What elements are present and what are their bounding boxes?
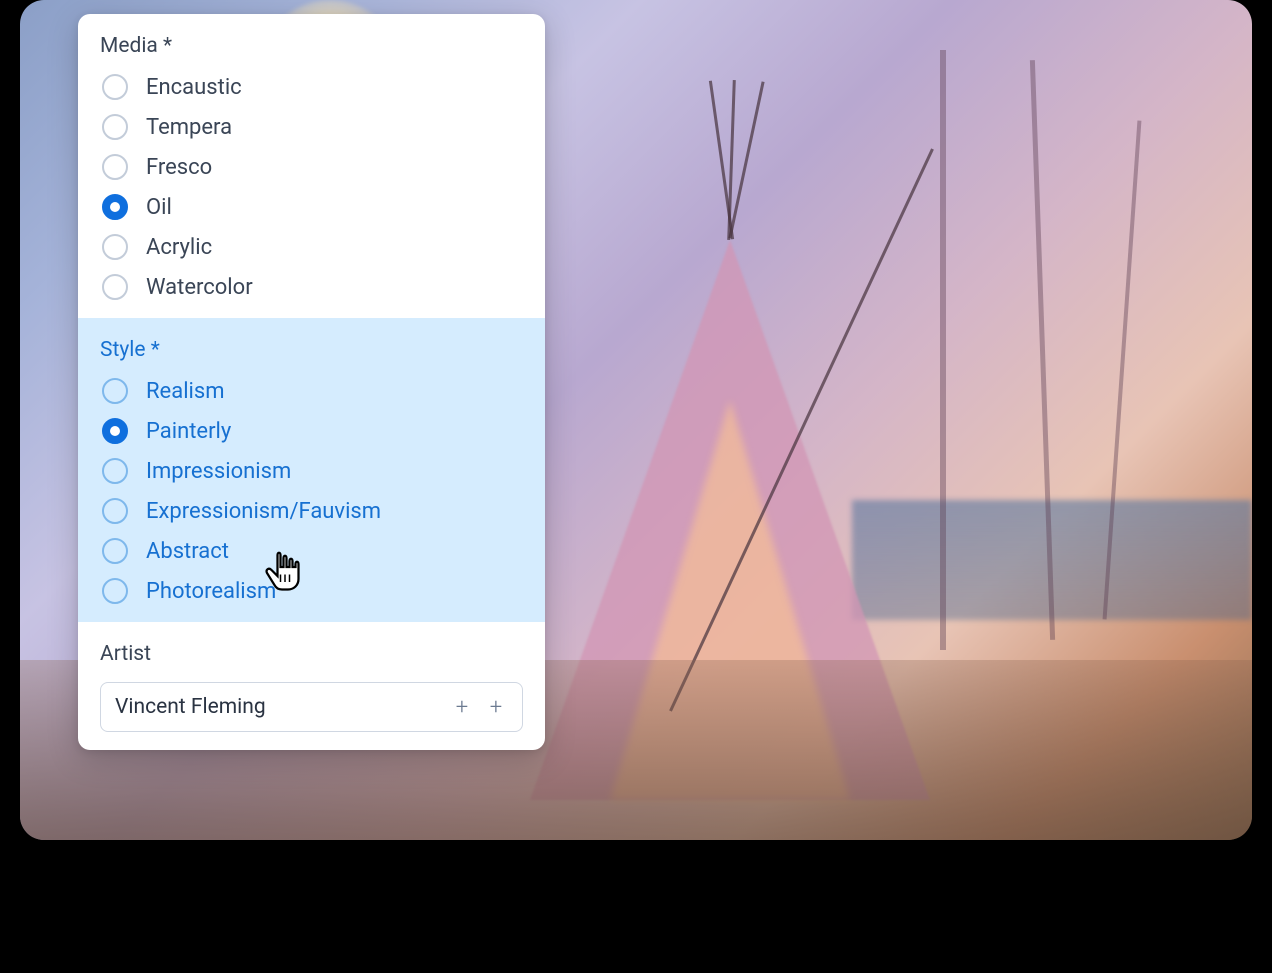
media-option-oil[interactable]: Oil <box>102 194 523 220</box>
radio-icon <box>102 194 128 220</box>
radio-label: Impressionism <box>146 459 291 484</box>
media-option-watercolor[interactable]: Watercolor <box>102 274 523 300</box>
radio-label: Expressionism/Fauvism <box>146 499 381 524</box>
media-option-fresco[interactable]: Fresco <box>102 154 523 180</box>
media-radio-list: Encaustic Tempera Fresco Oil Acrylic Wat… <box>100 74 523 300</box>
style-option-painterly[interactable]: Painterly <box>102 418 523 444</box>
radio-label: Abstract <box>146 539 229 564</box>
radio-label: Tempera <box>146 115 232 140</box>
radio-icon <box>102 114 128 140</box>
radio-icon <box>102 418 128 444</box>
radio-icon <box>102 578 128 604</box>
radio-icon <box>102 274 128 300</box>
style-option-expressionism[interactable]: Expressionism/Fauvism <box>102 498 523 524</box>
radio-label: Fresco <box>146 155 212 180</box>
style-section: Style * Realism Painterly Impressionism … <box>78 318 545 622</box>
media-label: Media * <box>100 34 523 58</box>
tree-decoration <box>940 50 946 650</box>
media-option-tempera[interactable]: Tempera <box>102 114 523 140</box>
add-button-1[interactable]: + <box>450 695 474 719</box>
artist-section: Artist + + <box>78 622 545 750</box>
radio-label: Painterly <box>146 419 231 444</box>
artist-label: Artist <box>100 642 523 666</box>
filter-panel: Media * Encaustic Tempera Fresco Oil Acr… <box>78 14 545 750</box>
plus-icon: + <box>490 695 502 720</box>
radio-label: Encaustic <box>146 75 242 100</box>
radio-icon <box>102 378 128 404</box>
style-radio-list: Realism Painterly Impressionism Expressi… <box>100 378 523 604</box>
style-option-impressionism[interactable]: Impressionism <box>102 458 523 484</box>
radio-icon <box>102 538 128 564</box>
radio-label: Photorealism <box>146 579 276 604</box>
radio-icon <box>102 498 128 524</box>
radio-label: Acrylic <box>146 235 212 260</box>
style-option-realism[interactable]: Realism <box>102 378 523 404</box>
plus-icon: + <box>456 695 468 720</box>
radio-label: Oil <box>146 195 172 220</box>
media-option-acrylic[interactable]: Acrylic <box>102 234 523 260</box>
radio-icon <box>102 74 128 100</box>
style-label: Style * <box>100 338 523 362</box>
media-option-encaustic[interactable]: Encaustic <box>102 74 523 100</box>
artist-input-wrapper: + + <box>100 682 523 732</box>
radio-icon <box>102 234 128 260</box>
radio-label: Realism <box>146 379 225 404</box>
radio-label: Watercolor <box>146 275 253 300</box>
style-option-abstract[interactable]: Abstract <box>102 538 523 564</box>
add-button-2[interactable]: + <box>484 695 508 719</box>
radio-icon <box>102 458 128 484</box>
radio-icon <box>102 154 128 180</box>
style-option-photorealism[interactable]: Photorealism <box>102 578 523 604</box>
media-section: Media * Encaustic Tempera Fresco Oil Acr… <box>78 14 545 318</box>
artist-input[interactable] <box>115 695 440 719</box>
